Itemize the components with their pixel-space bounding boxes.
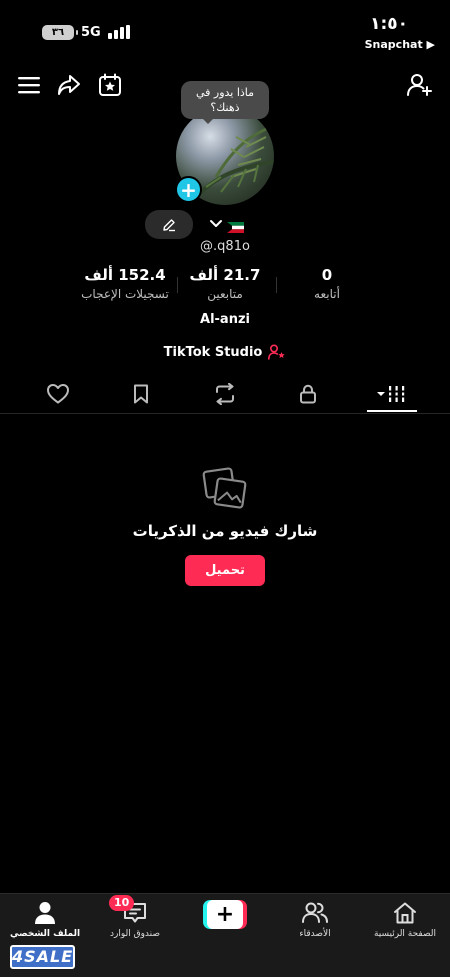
home-icon xyxy=(394,902,416,924)
chevron-down-icon[interactable] xyxy=(208,216,224,232)
plus-icon: + xyxy=(207,900,243,929)
following-stat[interactable]: 0 أتابعه xyxy=(262,266,392,301)
bookmark-icon xyxy=(134,384,148,404)
tab-private[interactable] xyxy=(283,376,333,412)
create-button[interactable]: + xyxy=(203,900,247,929)
back-to-app-link[interactable]: Snapchat ▶ xyxy=(365,38,435,51)
nav-profile[interactable]: الملف الشخصي xyxy=(0,899,90,939)
menu-icon[interactable] xyxy=(14,70,44,100)
tab-reposts[interactable] xyxy=(200,376,250,412)
empty-state-title: شارك فيديو من الذكريات xyxy=(132,522,318,540)
nav-profile-label: الملف الشخصي xyxy=(9,929,81,939)
active-tab-indicator xyxy=(367,410,417,412)
person-icon xyxy=(35,902,55,924)
photos-icon xyxy=(202,466,248,512)
tab-bookmarks[interactable] xyxy=(116,376,166,412)
status-bar: ٣٦ 5G ١:٥٠ Snapchat ▶ xyxy=(0,0,450,60)
nav-home[interactable]: الصفحة الرئيسية xyxy=(360,899,450,939)
inbox-badge: 10 xyxy=(109,895,135,911)
repost-icon xyxy=(216,383,234,405)
tiktok-studio-link[interactable]: TikTok Studio xyxy=(0,344,450,360)
tab-liked[interactable] xyxy=(33,376,83,412)
studio-label: TikTok Studio xyxy=(163,344,263,360)
status-time: ١:٥٠ xyxy=(370,14,408,34)
following-label: أتابعه xyxy=(314,287,340,301)
tab-videos[interactable] xyxy=(367,376,417,412)
friends-icon xyxy=(302,902,328,923)
share-icon[interactable] xyxy=(54,70,84,100)
note-bubble[interactable]: ماذا يدور في ذهنك؟ xyxy=(181,81,269,124)
person-star-icon xyxy=(268,344,286,360)
username: @.q81o xyxy=(200,239,250,254)
edit-profile-button[interactable] xyxy=(145,210,193,239)
videos-grid-icon xyxy=(377,386,406,402)
nav-inbox[interactable]: صندوق الوارد xyxy=(90,899,180,939)
following-count: 0 xyxy=(321,266,333,284)
network-type: 5G xyxy=(81,25,101,40)
nav-friends[interactable]: الأصدقاء xyxy=(270,899,360,939)
nickname: Al-anzi xyxy=(200,312,250,327)
nav-inbox-label: صندوق الوارد xyxy=(109,929,161,939)
calendar-star-icon[interactable] xyxy=(95,70,125,100)
kuwait-flag-icon xyxy=(227,218,244,233)
heart-icon xyxy=(47,384,69,404)
nav-friends-label: الأصدقاء xyxy=(299,929,331,939)
lock-icon xyxy=(300,384,316,404)
battery-icon: ٣٦ xyxy=(42,25,78,40)
add-friend-icon[interactable] xyxy=(405,70,435,100)
signal-icon xyxy=(108,25,132,39)
watermark-logo: 4SALE xyxy=(10,945,75,969)
nav-home-label: الصفحة الرئيسية xyxy=(373,929,437,939)
upload-button[interactable]: تحميل xyxy=(185,555,265,586)
pencil-icon xyxy=(163,218,175,231)
profile-tabs xyxy=(0,376,450,414)
add-story-button[interactable]: + xyxy=(175,176,202,203)
